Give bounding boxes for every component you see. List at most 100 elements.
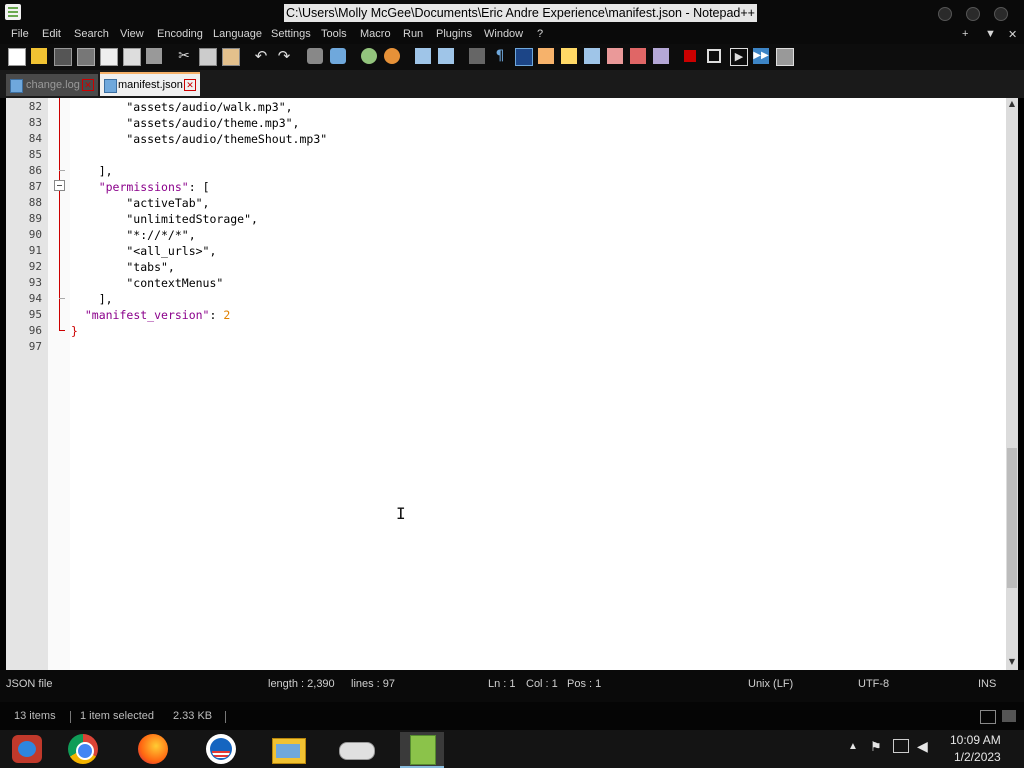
show-all-chars-icon[interactable]: ¶ <box>492 48 508 64</box>
menu-window[interactable]: Window <box>484 28 523 40</box>
obama-icon[interactable] <box>200 732 244 766</box>
clock-date[interactable]: 1/2/2023 <box>954 750 1001 764</box>
tab-list-dropdown-button[interactable]: ▼ <box>985 28 996 40</box>
file-icon <box>104 79 117 93</box>
zoom-in-icon[interactable] <box>361 48 377 64</box>
notepadpp-app-icon[interactable] <box>5 4 21 20</box>
fold-line <box>59 98 60 330</box>
firefox-icon[interactable] <box>132 732 176 766</box>
clock-time[interactable]: 10:09 AM <box>950 733 1001 747</box>
network-icon[interactable] <box>893 739 909 753</box>
scroll-up-icon[interactable]: ▲ <box>1008 100 1016 108</box>
code-line: ], <box>71 292 113 306</box>
doc-map-icon[interactable] <box>561 48 577 64</box>
line-number: 85 <box>28 148 42 161</box>
fold-collapse-icon[interactable] <box>54 180 65 191</box>
maximize-button[interactable] <box>966 7 980 21</box>
monitoring-icon[interactable] <box>653 48 669 64</box>
close-all-icon[interactable] <box>123 48 141 66</box>
status-bar: JSON file length : 2,390 lines : 97 Ln :… <box>0 670 1024 702</box>
play-macro-icon[interactable]: ▶ <box>730 48 748 66</box>
menu-tools[interactable]: Tools <box>321 28 347 40</box>
menu-plugins[interactable]: Plugins <box>436 28 472 40</box>
close-button[interactable] <box>994 7 1008 21</box>
menu-settings[interactable]: Settings <box>271 28 311 40</box>
copy-icon[interactable] <box>199 48 217 66</box>
tab-change-log[interactable]: change.log ✕ <box>6 74 98 96</box>
line-number: 96 <box>28 324 42 337</box>
menu-language[interactable]: Language <box>213 28 262 40</box>
save-icon[interactable] <box>54 48 72 66</box>
menu-search[interactable]: Search <box>74 28 109 40</box>
menu-encoding[interactable]: Encoding <box>157 28 203 40</box>
code-line: "<all_urls>", <box>71 244 217 258</box>
indent-guide-icon[interactable] <box>515 48 533 66</box>
save-macro-icon[interactable] <box>776 48 794 66</box>
line-number: 84 <box>28 132 42 145</box>
udl-icon[interactable] <box>538 48 554 64</box>
explorer-selected-size: 2.33 KB <box>173 710 213 722</box>
menu-edit[interactable]: Edit <box>42 28 61 40</box>
tab-close-icon[interactable]: ✕ <box>184 79 196 91</box>
menu-view[interactable]: View <box>120 28 144 40</box>
record-macro-icon[interactable] <box>684 50 696 62</box>
print-icon[interactable] <box>146 48 162 64</box>
scroll-thumb[interactable] <box>1007 448 1017 588</box>
text-cursor-icon: I <box>396 504 406 523</box>
paste-icon[interactable] <box>222 48 240 66</box>
chrome-icon[interactable] <box>62 732 106 766</box>
flag-icon[interactable]: ⚑ <box>870 739 882 755</box>
sync-horizontal-icon[interactable] <box>438 48 454 64</box>
line-number: 95 <box>28 308 42 321</box>
open-file-icon[interactable] <box>31 48 47 64</box>
status-encoding[interactable]: UTF-8 <box>858 678 889 690</box>
close-doc-button[interactable]: ✕ <box>1008 28 1017 41</box>
code-line: "assets/audio/theme.mp3", <box>71 116 300 130</box>
scroll-down-icon[interactable]: ▼ <box>1008 658 1016 666</box>
undo-icon[interactable]: ↶ <box>253 48 269 64</box>
fold-line-end <box>59 330 65 331</box>
minimize-button[interactable] <box>938 7 952 21</box>
stop-macro-icon[interactable] <box>707 49 721 63</box>
line-number: 91 <box>28 244 42 257</box>
explorer-item-count: 13 items <box>14 710 56 722</box>
menu-macro[interactable]: Macro <box>360 28 391 40</box>
function-list-icon[interactable] <box>607 48 623 64</box>
menu-file[interactable]: File <box>11 28 29 40</box>
tab-close-icon[interactable]: ✕ <box>82 79 94 91</box>
code-line: } <box>71 324 78 338</box>
title-bar: C:\Users\Molly McGee\Documents\Eric Andr… <box>0 0 1024 26</box>
save-all-icon[interactable] <box>77 48 95 66</box>
status-eol[interactable]: Unix (LF) <box>748 678 793 690</box>
folder-workspace-icon[interactable] <box>630 48 646 64</box>
tab-manifest-json[interactable]: manifest.json ✕ <box>100 72 200 96</box>
doc-list-icon[interactable] <box>584 48 600 64</box>
replace-icon[interactable] <box>330 48 346 64</box>
find-icon[interactable] <box>307 48 323 64</box>
file-explorer-icon[interactable] <box>266 732 310 766</box>
volume-icon[interactable]: ◀ <box>917 738 928 755</box>
play-multiple-macro-icon[interactable]: ▶▶ <box>753 48 769 64</box>
fold-margin[interactable] <box>48 98 70 670</box>
status-mode[interactable]: INS <box>978 678 996 690</box>
tray-expand-icon[interactable]: ▲ <box>848 741 858 752</box>
sync-vertical-icon[interactable] <box>415 48 431 64</box>
windows-media-icon[interactable] <box>6 732 50 766</box>
code-line: "unlimitedStorage", <box>71 212 258 226</box>
redo-icon[interactable]: ↷ <box>276 48 292 64</box>
details-view-icon[interactable] <box>980 710 996 724</box>
new-tab-plus-button[interactable]: + <box>962 28 968 40</box>
large-icons-view-icon[interactable] <box>1002 710 1016 722</box>
gamepad-icon[interactable] <box>334 732 378 766</box>
menu-run[interactable]: Run <box>403 28 423 40</box>
close-file-icon[interactable] <box>100 48 118 66</box>
notepadpp-icon[interactable] <box>400 732 444 768</box>
cut-icon[interactable]: ✂ <box>176 48 192 64</box>
new-file-icon[interactable] <box>8 48 26 66</box>
zoom-out-icon[interactable] <box>384 48 400 64</box>
menu-help[interactable]: ? <box>537 28 543 40</box>
line-number: 83 <box>28 116 42 129</box>
word-wrap-icon[interactable] <box>469 48 485 64</box>
vertical-scrollbar[interactable]: ▲ ▼ <box>1006 98 1018 670</box>
editor-area[interactable]: I 82 "assets/audio/walk.mp3", 83 "assets/… <box>6 98 1006 670</box>
